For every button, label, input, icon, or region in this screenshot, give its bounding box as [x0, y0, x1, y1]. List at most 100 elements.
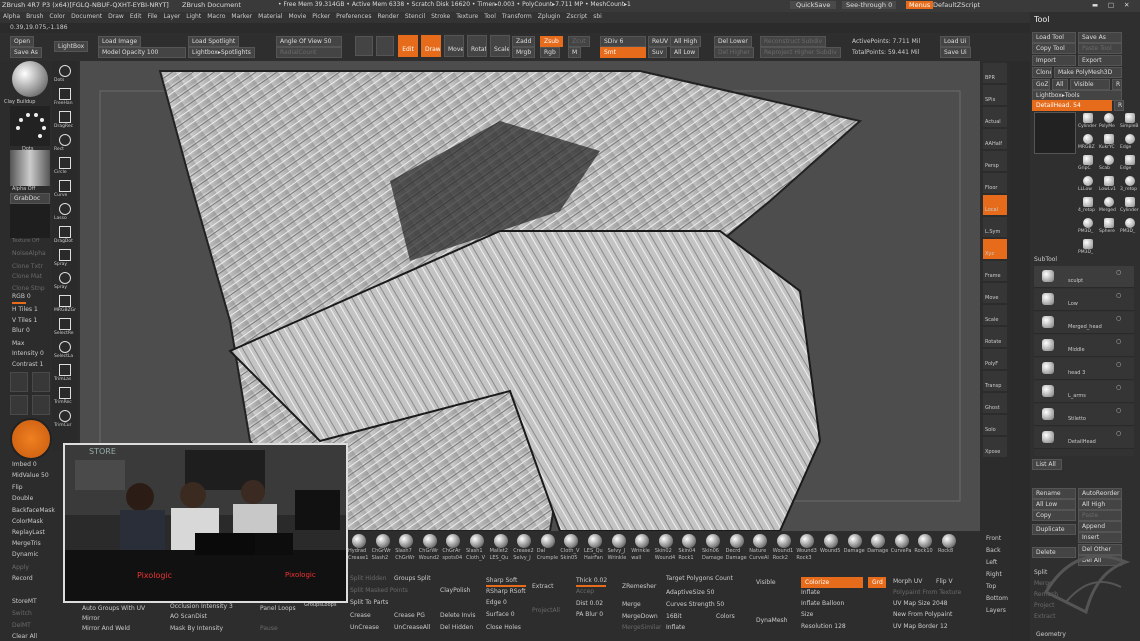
inflate-balloon-button[interactable]: Inflate Balloon [801, 600, 844, 607]
brush-preset-label[interactable]: Wound2 [419, 555, 439, 561]
brush-preset-icon[interactable] [470, 534, 484, 548]
subtool-all-high-button[interactable]: All High [1078, 499, 1122, 510]
view-tool-local[interactable]: Local [983, 195, 1007, 215]
view-bottom-button[interactable]: Bottom [986, 595, 1008, 602]
load-tool-button[interactable]: Load Tool [1032, 32, 1076, 43]
view-tool-lsym[interactable]: L.Sym [983, 217, 1007, 237]
stroke-option-2[interactable]: DragRec [53, 109, 77, 131]
copy-tool-button[interactable]: Copy Tool [1032, 43, 1076, 54]
delete-invis-button[interactable]: Delete Invis [440, 612, 476, 619]
edge-slider[interactable]: Edge 0 [486, 599, 507, 606]
crease-button[interactable]: Crease [350, 612, 371, 619]
brush-preset-label[interactable]: Skin06 [702, 548, 719, 554]
accept-button[interactable]: Accep [576, 588, 594, 595]
brush-preset-label[interactable]: Dal [537, 548, 545, 554]
brush-preset-label[interactable]: Rock1 [678, 555, 693, 561]
subtool-copy-button[interactable]: Copy [1032, 510, 1076, 521]
load-ui-button[interactable]: Load Ui [940, 36, 971, 47]
stroke-selector-icon[interactable] [10, 106, 50, 146]
stroke-option-9[interactable]: Spray [53, 270, 77, 292]
projectall-button[interactable]: ProjectAll [532, 607, 560, 614]
brush-preset-label[interactable]: Wound1 [773, 548, 793, 554]
menu-marker[interactable]: Marker [228, 12, 255, 21]
view-tool-floor[interactable]: Floor [983, 173, 1007, 193]
brush-preset-icon[interactable] [564, 534, 579, 548]
uncrease-button[interactable]: UnCrease [350, 624, 379, 631]
brush-preset-label[interactable]: LES_Qu [490, 555, 509, 561]
view-tool-aahalf[interactable]: AAHalf [983, 129, 1007, 149]
uv-map-border-slider[interactable]: UV Map Border 12 [893, 623, 948, 630]
brush-preset-icon[interactable] [399, 534, 414, 548]
brush-preset-label[interactable]: Rock10 [914, 548, 932, 554]
subtool-item[interactable]: Low ○ [1034, 289, 1134, 311]
load-spotlight-button[interactable]: Load Spotlight [188, 36, 240, 47]
view-tool-persp[interactable]: Persp [983, 151, 1007, 171]
brush-preset-icon[interactable] [682, 534, 697, 548]
brush-preset-icon[interactable] [824, 534, 838, 548]
del-hidden-button[interactable]: Del Hidden [440, 624, 473, 631]
colors-button[interactable]: Colors [716, 613, 735, 620]
grabdoc-button[interactable]: GrabDoc [10, 193, 50, 204]
brush-preset-label[interactable]: Crumple [537, 555, 558, 561]
view-right-button[interactable]: Right [986, 571, 1002, 578]
tool-thumbnail[interactable]: Sphere [1099, 217, 1119, 237]
brush-preset-label[interactable]: Rock2 [773, 555, 788, 561]
menu-preferences[interactable]: Preferences [333, 12, 374, 21]
visibility-eye-icon[interactable]: ○ [1116, 407, 1121, 414]
brush-preset-icon[interactable] [517, 534, 532, 548]
v-tiles-slider[interactable]: V Tiles 1 [12, 317, 37, 324]
brush-preset-label[interactable]: Damage [867, 548, 888, 554]
tool-r-button[interactable]: R [1114, 100, 1124, 111]
m-button[interactable]: M [568, 47, 582, 58]
view-tool-solo[interactable]: Solo [983, 415, 1007, 435]
tool-thumbnail[interactable]: LowLv1 [1099, 175, 1119, 195]
lightbox-button[interactable]: LightBox [54, 41, 89, 52]
tool-thumbnail[interactable]: KukrYC [1099, 133, 1119, 153]
pause-button[interactable]: Pause [260, 625, 278, 632]
suv-button[interactable]: Suv [648, 47, 668, 58]
merge-tris-button[interactable]: MergeTris [12, 540, 41, 547]
clear-all-button[interactable]: Clear All [12, 633, 37, 640]
brush-preset-label[interactable]: Crease1 [348, 555, 368, 561]
merge-bottom-button[interactable]: Merge [622, 601, 641, 608]
subtool-header[interactable]: SubTool [1034, 256, 1057, 263]
brush-preset-label[interactable]: Slash1 [466, 548, 483, 554]
make-polymesh-button[interactable]: Make PolyMesh3D [1054, 67, 1122, 78]
menu-zscript[interactable]: Zscript [563, 12, 590, 21]
zremesher-button[interactable]: ZRemesher [622, 583, 656, 590]
uncrease-all-button[interactable]: UnCreaseAll [394, 624, 430, 631]
visibility-eye-icon[interactable]: ○ [1116, 292, 1121, 299]
rotate-icon[interactable] [10, 372, 28, 392]
brush-preset-label[interactable]: LES_Qu [584, 548, 603, 554]
mergedown-button[interactable]: MergeDown [622, 613, 658, 620]
save-ui-button[interactable]: Save Ui [940, 47, 971, 58]
brush-preset-icon[interactable] [588, 534, 602, 548]
brush-preset-icon[interactable] [611, 534, 626, 548]
extract-bottom-button[interactable]: Extract [532, 583, 554, 590]
color-picker-icon[interactable] [10, 418, 52, 460]
dynamic-button[interactable]: Dynamic [12, 551, 38, 558]
rgb-slider[interactable]: RGB 0 [12, 293, 31, 300]
edit-button[interactable]: Edit [398, 35, 418, 57]
clone-button[interactable]: Clone [1032, 67, 1052, 78]
tool-slider[interactable]: DetailHead. 54 [1032, 100, 1112, 111]
mask-by-intensity-button[interactable]: Mask By Intensity [170, 625, 223, 632]
radial-count-slider[interactable]: RadialCount [276, 47, 342, 58]
brush-preset-label[interactable]: Wrinkle [631, 548, 650, 554]
brush-preset-label[interactable]: spots04 [442, 555, 462, 561]
brush-preset-label[interactable]: Crease2 [513, 548, 533, 554]
subtool-item[interactable]: Middle ○ [1034, 335, 1134, 357]
quicksave-button[interactable]: QuickSave [790, 1, 837, 9]
visibility-eye-icon[interactable]: ○ [1116, 361, 1121, 368]
menu-picker[interactable]: Picker [309, 12, 333, 21]
brush-preset-icon[interactable] [493, 534, 508, 548]
stroke-option-5[interactable]: Curve [53, 178, 77, 200]
visibility-eye-icon[interactable]: ○ [1116, 430, 1121, 437]
ghost-icon[interactable] [376, 36, 394, 56]
occlusion-intensity-slider[interactable]: Occlusion Intensity 3 [170, 603, 233, 610]
clone-stnp-button[interactable]: Clone Stnp [12, 285, 45, 292]
draw-button[interactable]: Draw [421, 35, 441, 57]
brush-preset-label[interactable]: Rock3 [796, 555, 811, 561]
replay-last-button[interactable]: ReplayLast [12, 529, 45, 536]
switch-button[interactable]: Switch [12, 610, 32, 617]
